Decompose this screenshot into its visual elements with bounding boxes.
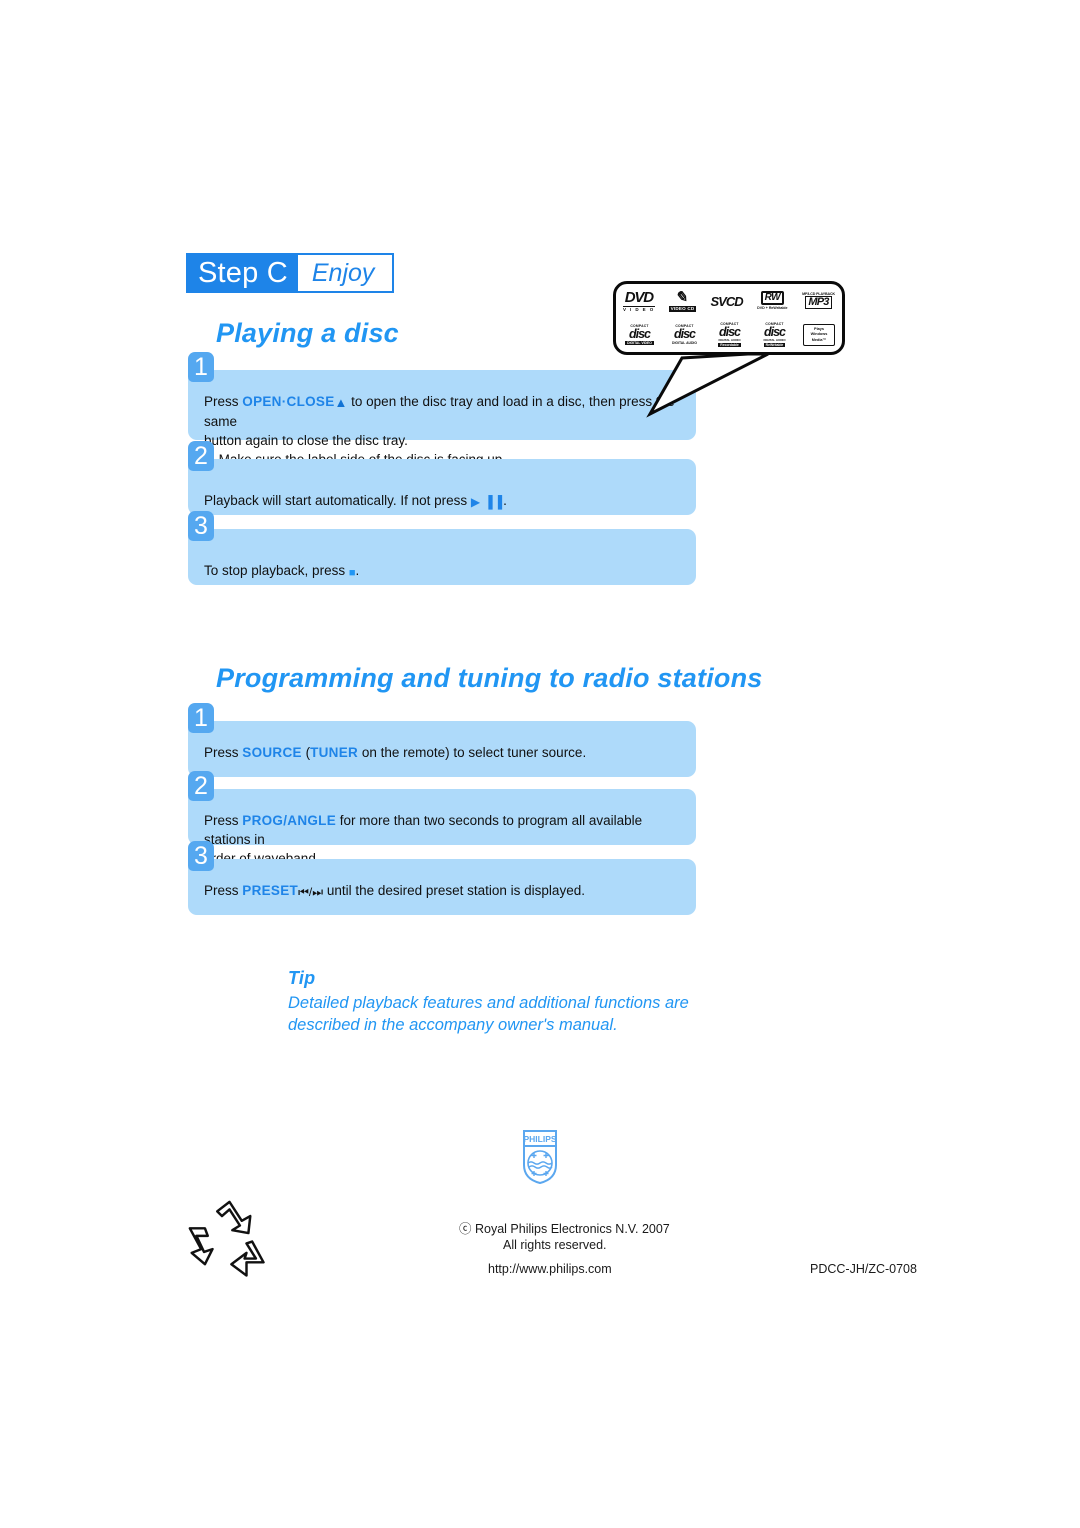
step-text-line-1: Press SOURCE (TUNER on the remote) to se… [204, 743, 680, 762]
step-number-badge: 1 [188, 352, 214, 382]
compact-disc-rewritable-logo: COMPACT disc DIGITAL AUDIO ReWritable [758, 322, 791, 348]
step-body: Playback will start automatically. If no… [188, 459, 696, 515]
step-text-line-1: Press OPEN·CLOSE▲ to open the disc tray … [204, 392, 680, 431]
dvd-rewritable-logo: RW DVD + ReWritable [757, 291, 788, 310]
compact-disc-recordable-logo: COMPACT disc DIGITAL AUDIO Recordable [713, 322, 746, 348]
text-fragment: . [355, 563, 360, 578]
all-rights-reserved-line: All rights reserved. [503, 1238, 607, 1252]
eject-icon: ▲ [334, 395, 348, 410]
step-number-badge: 2 [188, 441, 214, 471]
logo-text: MP3 [805, 296, 832, 310]
step-number-badge: 3 [188, 511, 214, 541]
skip-previous-icon: ⏮ [298, 885, 309, 899]
keyword-source: SOURCE [242, 745, 302, 760]
step-text-line-2: button again to close the disc tray. [204, 433, 408, 448]
video-cd-logo: ✎ VIDEO CD [669, 289, 696, 312]
step-body: Press PROG/ANGLE for more than two secon… [188, 789, 696, 866]
logo-row-bottom: COMPACT disc DIGITAL VIDEO COMPACT disc … [616, 318, 842, 352]
text-fragment: ( [301, 745, 311, 760]
logo-text: disc [763, 324, 786, 339]
logo-text: disc [628, 327, 651, 342]
step-body: Press OPEN·CLOSE▲ to open the disc tray … [188, 370, 696, 468]
step-text-line-1: Press PRESET⏮/⏭ until the desired preset… [204, 881, 680, 902]
section-title-programming-radio: Programming and tuning to radio stations [216, 663, 763, 693]
step-number-badge: 1 [188, 703, 214, 733]
text-fragment: Press [204, 813, 243, 828]
text-fragment: Playback will start automatically. If no… [204, 493, 471, 508]
copyright-line: ⓒ Royal Philips Electronics N.V. 2007 [459, 1222, 670, 1236]
philips-wordmark: PHILIPS [523, 1134, 556, 1144]
logo-row-top: DVD V I D E O ✎ VIDEO CD SVCD RW DVD + R… [616, 284, 842, 318]
tip-text: Detailed playback features and additiona… [288, 994, 689, 1034]
logo-subtext: DVD + ReWritable [757, 305, 788, 310]
text-fragment: on the remote) to select tuner source. [358, 745, 587, 760]
document-code: PDCC-JH/ZC-0708 [810, 1262, 917, 1276]
mp3-cd-playback-logo: MP3-CD PLAYBACK MP3 [802, 292, 835, 310]
step-header-banner: Step C Enjoy [186, 253, 395, 293]
keyword-open-close: OPEN·CLOSE [242, 394, 335, 409]
text-fragment: Press [204, 394, 243, 409]
logo-footer: DIGITAL AUDIO [672, 340, 697, 345]
step-number-badge: 3 [188, 841, 214, 871]
keyword-prog-angle: PROG/ANGLE [242, 813, 337, 828]
logo-text: DVD [624, 288, 654, 306]
step-label: Step C [188, 255, 298, 291]
philips-url[interactable]: http://www.philips.com [488, 1261, 612, 1278]
logo-footer: ReWritable [763, 342, 786, 348]
text-fragment: until the desired preset station is disp… [323, 883, 585, 898]
skip-next-icon: ⏭ [312, 885, 324, 899]
play-icon: ▶ [470, 495, 482, 509]
text-fragment: Press [204, 883, 243, 898]
section-title-playing-a-disc: Playing a disc [216, 318, 399, 348]
text-fragment: Press [204, 745, 243, 760]
step-body: Press PRESET⏮/⏭ until the desired preset… [188, 859, 696, 915]
keyword-tuner: TUNER [310, 745, 359, 760]
logo-glyph: ✎ [674, 289, 691, 307]
step-text-line-1: Playback will start automatically. If no… [204, 491, 680, 512]
logo-text: RW [760, 291, 785, 306]
dvd-video-logo: DVD V I D E O [623, 290, 655, 313]
document-page: Step C Enjoy Playing a disc 1 Press OPEN… [0, 0, 1080, 1528]
tip-block: Tip Detailed playback features and addit… [288, 968, 718, 1036]
step-number-badge: 2 [188, 771, 214, 801]
tip-title: Tip [288, 968, 316, 988]
compact-disc-digital-video-logo: COMPACT disc DIGITAL VIDEO [623, 324, 656, 346]
callout-tail [646, 352, 769, 418]
text-fragment: . [503, 493, 507, 508]
step-word-enjoy: Enjoy [297, 255, 393, 291]
step-body: To stop playback, press ■. [188, 529, 696, 585]
logo-footer: Recordable [718, 342, 741, 348]
logo-text: disc [718, 324, 741, 339]
logo-subtext: VIDEO CD [669, 305, 696, 312]
keyword-preset: PRESET [242, 883, 299, 898]
supported-disc-formats-callout: DVD V I D E O ✎ VIDEO CD SVCD RW DVD + R… [613, 281, 845, 355]
step-body: Press SOURCE (TUNER on the remote) to se… [188, 721, 696, 777]
logo-text: SVCD [710, 293, 743, 309]
logo-subtext: V I D E O [623, 305, 655, 312]
philips-logo: PHILIPS [523, 1130, 557, 1185]
plays-windows-media-logo: Plays Windows Media™ [803, 324, 835, 346]
step-text-line-1: Press PROG/ANGLE for more than two secon… [204, 811, 680, 849]
logo-line-3: Media™ [811, 337, 827, 342]
step-text-line-1: To stop playback, press ■. [204, 561, 680, 583]
logo-text: disc [673, 327, 696, 342]
recycle-icon [188, 1200, 265, 1277]
pause-icon: ▐▐ [484, 495, 504, 509]
logo-footer: DIGITAL VIDEO [625, 340, 654, 346]
compact-disc-digital-audio-logo: COMPACT disc DIGITAL AUDIO [668, 324, 701, 346]
svcd-logo: SVCD [710, 293, 743, 309]
text-fragment: To stop playback, press [204, 563, 349, 578]
